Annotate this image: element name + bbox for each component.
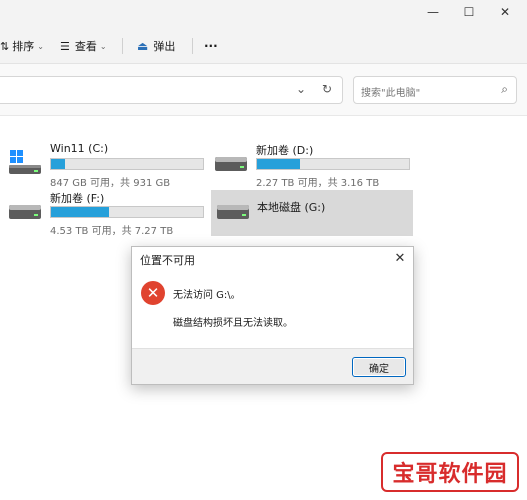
dialog-detail: 磁盘结构损坏且无法读取。 [173,318,293,329]
usage-bar [50,206,204,218]
view-button[interactable]: ☰ 查看 ⌄ [60,36,107,56]
dialog-footer: 确定 [132,348,413,384]
address-bar[interactable]: ⌄ ↻ [0,76,343,104]
drive-name: 新加卷 (F:) [50,192,105,205]
drive-item-f[interactable]: 新加卷 (F:) 4.53 TB 可用，共 7.27 TB [8,190,208,238]
close-icon[interactable]: ✕ [488,0,522,24]
maximize-icon[interactable]: ☐ [452,0,486,24]
windows-drive-icon [9,150,41,174]
usage-bar-fill [51,159,65,169]
drive-item-c[interactable]: Win11 (C:) 847 GB 可用，共 931 GB [8,142,208,190]
close-icon[interactable]: ✕ [391,249,409,267]
hard-drive-icon [9,205,41,219]
eject-label: 弹出 [153,40,176,53]
chevron-down-icon[interactable]: ⌄ [296,82,306,96]
usage-bar [256,158,410,170]
minimize-icon[interactable]: — [416,0,450,24]
toolbar-divider [122,38,123,54]
usage-bar [50,158,204,170]
search-icon: ⌕ [501,82,508,96]
search-placeholder: 搜索"此电脑" [361,88,421,99]
eject-button[interactable]: ⏏ 弹出 [137,36,175,56]
drive-space-info: 2.27 TB 可用，共 3.16 TB [256,178,380,189]
hard-drive-icon [215,157,247,171]
drive-name: 本地磁盘 (G:) [257,201,326,214]
eject-icon: ⏏ [137,39,149,53]
watermark-logo: 宝哥软件园 [381,452,519,492]
drive-item-g[interactable]: 本地磁盘 (G:) [211,190,413,236]
error-dialog: 位置不可用 ✕ ✕ 无法访问 G:\。 磁盘结构损坏且无法读取。 确定 [131,246,414,385]
drive-space-info: 4.53 TB 可用，共 7.27 TB [50,226,174,237]
more-options-button[interactable]: ··· [204,36,218,56]
title-bar: — ☐ ✕ [0,0,527,28]
chevron-down-icon: ⌄ [37,41,44,51]
ok-button[interactable]: 确定 [352,357,406,377]
drive-name: Win11 (C:) [50,142,109,155]
error-icon: ✕ [141,281,165,305]
drive-space-info: 847 GB 可用，共 931 GB [50,178,171,189]
navigation-bar: ⌄ ↻ 搜索"此电脑" ⌕ [0,64,527,116]
usage-bar-fill [257,159,300,169]
more-icon: ··· [204,39,218,53]
command-bar: ⇅ 排序 ⌄ ☰ 查看 ⌄ ⏏ 弹出 ··· [0,28,527,64]
sort-button[interactable]: ⇅ 排序 ⌄ [0,36,44,56]
sort-icon: ⇅ [0,39,10,53]
view-icon: ☰ [60,39,70,53]
search-input[interactable]: 搜索"此电脑" ⌕ [353,76,517,104]
dialog-title: 位置不可用 [140,254,195,267]
dialog-message: 无法访问 G:\。 [173,290,241,301]
toolbar-divider [192,38,193,54]
usage-bar-fill [51,207,109,217]
refresh-icon[interactable]: ↻ [322,82,332,96]
chevron-down-icon: ⌄ [99,41,107,51]
hard-drive-icon [217,205,249,219]
drive-item-d[interactable]: 新加卷 (D:) 2.27 TB 可用，共 3.16 TB [214,142,414,190]
drive-name: 新加卷 (D:) [256,144,314,157]
sort-label: 排序 [12,40,35,53]
view-label: 查看 [74,40,97,53]
